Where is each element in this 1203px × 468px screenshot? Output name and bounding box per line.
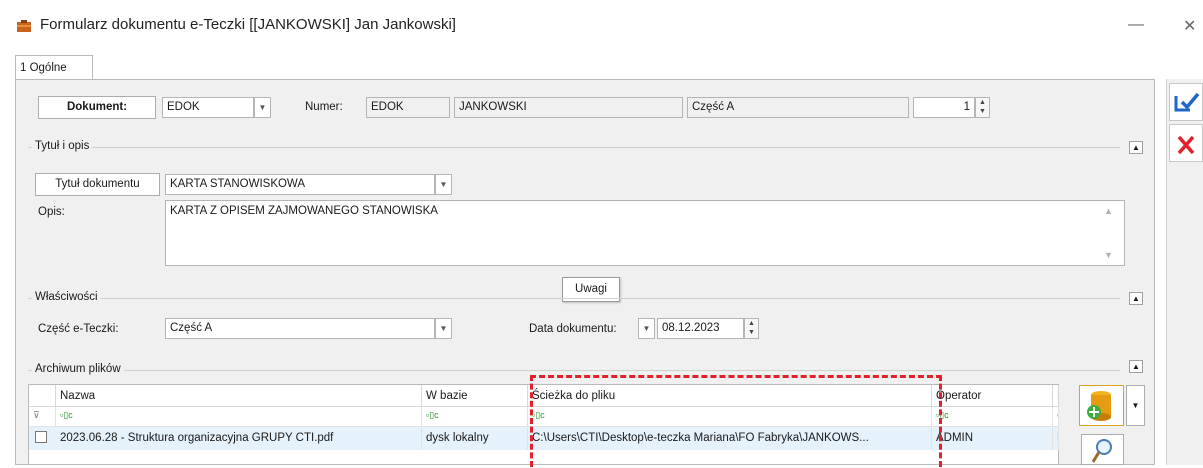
tytul-opis-group-title: Tytuł i opis [32, 140, 93, 152]
numer-part-field: Część A [687, 97, 909, 118]
date-spinner[interactable]: ▲ ▼ [744, 318, 759, 339]
scroll-down-icon[interactable]: ▼ [1104, 250, 1113, 260]
preview-file-button[interactable] [1081, 434, 1124, 465]
column-header-po[interactable]: Po [1053, 385, 1059, 407]
czesc-label: Część e-Teczki: [38, 323, 119, 335]
column-header-w-bazie[interactable]: W bazie [422, 385, 528, 407]
database-add-icon [1087, 391, 1111, 421]
close-window-button[interactable]: ✕ [1183, 16, 1196, 36]
magnifier-icon [1091, 439, 1112, 463]
tab-ogolne[interactable]: 1 Ogólne [15, 55, 93, 80]
add-file-button[interactable] [1079, 385, 1124, 426]
archiwum-group-title: Archiwum plików [32, 363, 124, 375]
close-red-icon [1177, 135, 1195, 155]
tab-label: 1 Ogólne [20, 62, 67, 74]
filter-w-bazie[interactable]: ▫▯c [422, 407, 528, 427]
czesc-select[interactable]: Część A [165, 318, 435, 339]
tytul-value-select[interactable]: KARTA STANOWISKOWA [165, 174, 435, 195]
grid-corner [29, 385, 56, 407]
czesc-dropdown[interactable]: ▼ [435, 318, 452, 339]
cell-po[interactable]: Nie [1053, 428, 1059, 450]
filter-operator[interactable]: ▫▯c [932, 407, 1053, 427]
column-header-nazwa[interactable]: Nazwa [56, 385, 422, 407]
row-checkbox[interactable] [35, 431, 47, 443]
numer-code-field: JANKOWSKI [454, 97, 683, 118]
cell-nazwa[interactable]: 2023.06.28 - Struktura organizacyjna GRU… [56, 428, 422, 450]
group-divider [28, 370, 1120, 371]
filter-nazwa[interactable]: ▫▯c [56, 407, 422, 427]
tytul-dropdown[interactable]: ▼ [435, 174, 452, 195]
wlasciwosci-group-title: Właściwości [32, 291, 101, 303]
opis-label: Opis: [38, 206, 65, 218]
numer-index-spinner[interactable]: ▲ ▼ [975, 97, 990, 118]
collapse-archiwum-button[interactable]: ▲ [1129, 360, 1143, 373]
minimize-button[interactable]: — [1128, 16, 1144, 34]
data-dokumentu-field[interactable]: 08.12.2023 [657, 318, 744, 339]
filter-icon[interactable]: ⊽ [29, 407, 56, 427]
dokument-type-select[interactable]: EDOK [162, 97, 254, 118]
dokument-button[interactable]: Dokument: [38, 96, 156, 119]
add-file-menu-dropdown[interactable]: ▼ [1126, 385, 1145, 426]
dokument-type-dropdown[interactable]: ▼ [254, 97, 271, 118]
numer-label: Numer: [305, 101, 343, 113]
column-header-operator[interactable]: Operator [932, 385, 1053, 407]
numer-prefix-field: EDOK [366, 97, 450, 118]
window-title: Formularz dokumentu e-Teczki [[JANKOWSKI… [40, 16, 456, 33]
cell-w-bazie[interactable]: dysk lokalny [422, 428, 528, 450]
scroll-up-icon[interactable]: ▲ [1104, 206, 1113, 216]
group-divider [28, 147, 1120, 148]
save-button[interactable] [1169, 83, 1203, 121]
cell-operator[interactable]: ADMIN [932, 428, 1053, 450]
collapse-wlasciwosci-button[interactable]: ▲ [1129, 292, 1143, 305]
filter-po[interactable]: ▫▯c [1053, 407, 1059, 427]
date-dropdown[interactable]: ▼ [638, 318, 655, 339]
cancel-button[interactable] [1169, 124, 1203, 162]
data-dokumentu-label: Data dokumentu: [529, 323, 617, 335]
numer-index-field[interactable]: 1 [913, 97, 975, 118]
save-check-icon [1174, 92, 1200, 112]
collapse-tytul-button[interactable]: ▲ [1129, 141, 1143, 154]
tytul-dokumentu-button[interactable]: Tytuł dokumentu [35, 173, 160, 196]
app-icon [16, 19, 32, 33]
group-divider [28, 298, 1120, 299]
opis-textarea[interactable]: KARTA Z OPISEM ZAJMOWANEGO STANOWISKA [165, 200, 1125, 266]
highlight-box [530, 375, 942, 467]
